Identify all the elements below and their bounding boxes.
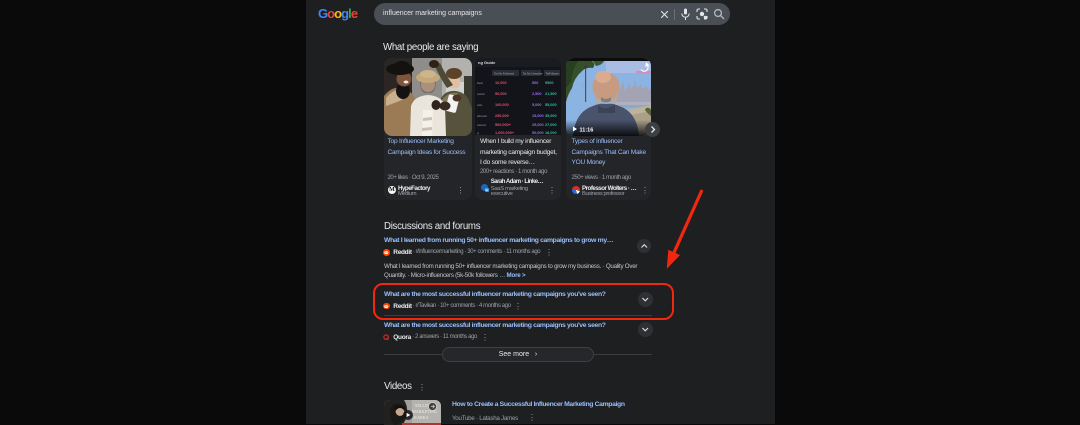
svg-text:27,000: 27,000 — [545, 123, 557, 127]
svg-text:18,000: 18,000 — [545, 131, 557, 135]
svg-text:g: g — [477, 131, 479, 135]
svg-text:35,000: 35,000 — [545, 114, 557, 118]
svg-text:250,000: 250,000 — [495, 114, 509, 118]
svg-text:TotFollows: TotFollows — [546, 71, 560, 75]
svg-text:ng Guide: ng Guide — [478, 60, 496, 65]
svg-text:wheem: wheem — [476, 114, 488, 118]
svg-text:SELLIN: SELLIN — [415, 403, 429, 408]
svg-text:10,000: 10,000 — [495, 81, 507, 85]
svg-text:500,000+: 500,000+ — [495, 123, 512, 127]
svg-text:15,000: 15,000 — [532, 114, 544, 118]
svg-text:25,000: 25,000 — [532, 123, 544, 127]
svg-text:mm: mm — [477, 103, 483, 107]
svg-text:2,500: 2,500 — [532, 92, 542, 96]
svg-text:500: 500 — [532, 81, 538, 85]
svg-text:100,000: 100,000 — [495, 103, 509, 107]
svg-text:5,000: 5,000 — [532, 103, 542, 107]
svg-text:mmed: mmed — [477, 123, 486, 127]
svg-text:21,500: 21,500 — [545, 92, 557, 96]
svg-text:Tot No Unworke: Tot No Unworke — [523, 71, 543, 75]
svg-text:1,000,000+: 1,000,000+ — [495, 131, 515, 135]
svg-text:55,000: 55,000 — [545, 103, 557, 107]
svg-text:11:16: 11:16 — [580, 128, 594, 134]
svg-text:Tot No Followed: Tot No Followed — [494, 71, 514, 75]
svg-text:50,000: 50,000 — [532, 131, 544, 135]
svg-text:Item: Item — [477, 81, 484, 85]
svg-text:9500: 9500 — [545, 81, 553, 85]
svg-text:KAREA: KAREA — [414, 415, 428, 420]
svg-text:mmm: mmm — [477, 92, 485, 96]
svg-text:50,000: 50,000 — [495, 92, 507, 96]
